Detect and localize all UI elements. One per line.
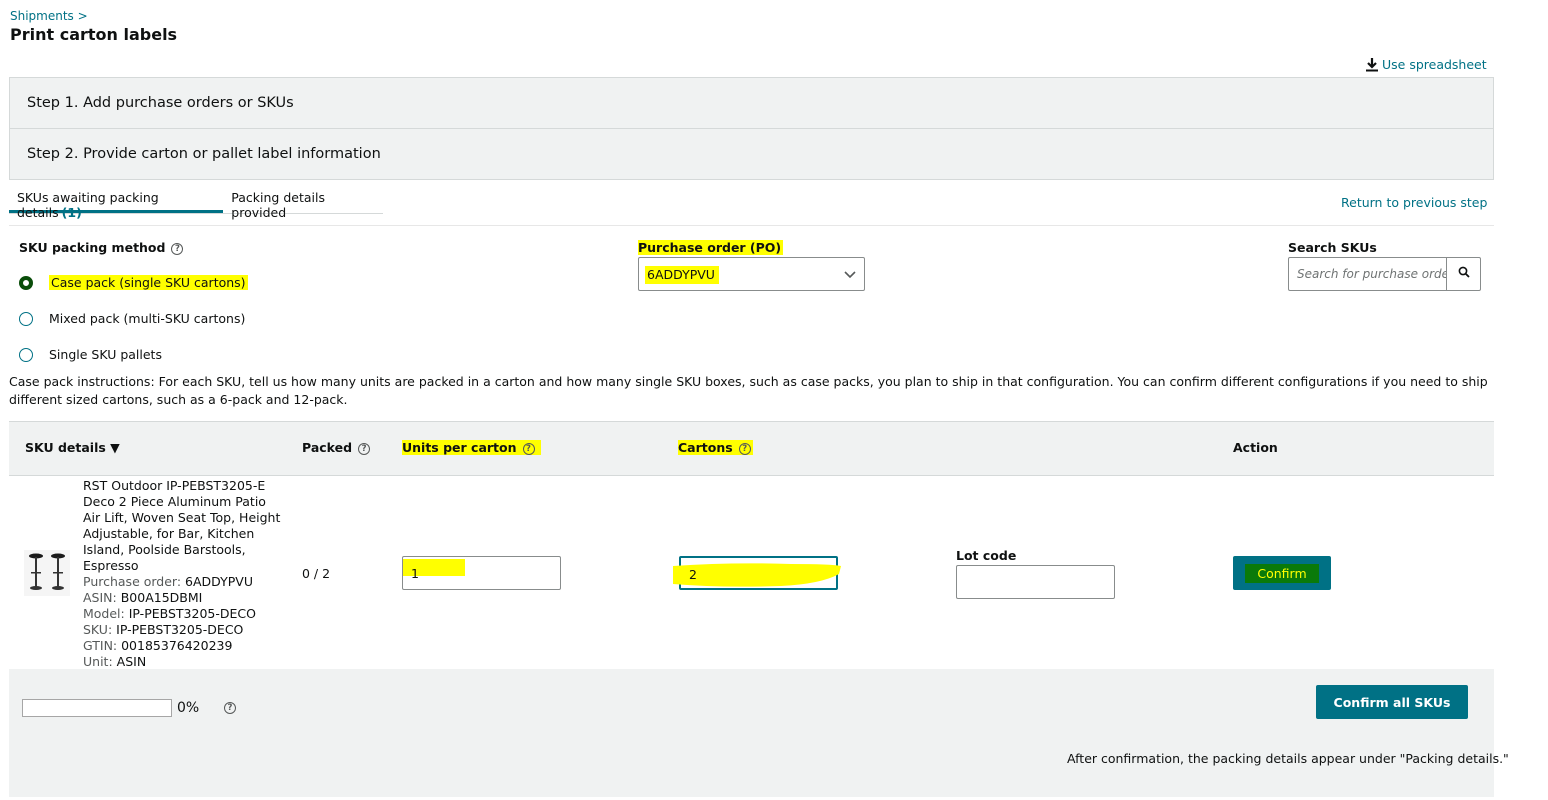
page-title: Print carton labels (10, 25, 178, 44)
column-packed-label: Packed (302, 440, 353, 455)
sku-label: SKU: (83, 622, 113, 637)
progress-percent: 0% (177, 700, 200, 716)
sku-unit-line: Unit: ASIN (83, 654, 283, 670)
cartons-input[interactable]: 2 (673, 556, 841, 590)
barstool-image-icon (29, 553, 65, 590)
radio-button-checked[interactable] (19, 275, 33, 290)
return-to-previous-step-link[interactable]: Return to previous step (1341, 195, 1487, 210)
sku-sku-line: SKU: IP-PEBST3205-DECO (83, 622, 283, 638)
column-units-per-carton: Units per carton? (402, 440, 541, 455)
after-confirmation-note: After confirmation, the packing details … (1067, 751, 1509, 766)
gtin-value: 00185376420239 (121, 638, 233, 653)
packing-tabs: SKUs awaiting packing details (1) Packing… (9, 190, 383, 220)
step-2-title: Step 2. Provide carton or pallet label i… (27, 146, 381, 162)
unit-value: ASIN (116, 654, 147, 669)
tab-skus-awaiting[interactable]: SKUs awaiting packing details (1) (9, 190, 224, 220)
lot-code-label: Lot code (956, 548, 1017, 563)
help-icon[interactable]: ? (224, 702, 236, 714)
search-button[interactable] (1446, 258, 1480, 290)
units-per-carton-input[interactable]: 1 (402, 556, 561, 590)
asin-label: ASIN: (83, 590, 117, 605)
sku-value: IP-PEBST3205-DECO (116, 622, 244, 637)
po-value: 6ADDYPVU (185, 574, 253, 589)
gtin-label: GTIN: (83, 638, 118, 653)
radio-single-sku-pallets[interactable]: Single SKU pallets (19, 347, 162, 362)
column-units-label: Units per carton (402, 440, 517, 455)
step-2-panel[interactable]: Step 2. Provide carton or pallet label i… (9, 128, 1494, 180)
help-icon[interactable]: ? (358, 442, 371, 455)
confirm-button-label: Confirm (1245, 563, 1319, 583)
sku-gtin-line: GTIN: 00185376420239 (83, 638, 283, 654)
tab-count-badge: (1) (61, 205, 82, 220)
packed-count: 0 / 2 (302, 566, 331, 581)
column-sku-details[interactable]: SKU details ▼ (25, 440, 120, 455)
download-icon (1366, 58, 1378, 72)
radio-button[interactable] (19, 311, 33, 326)
use-spreadsheet-label: Use spreadsheet (1382, 57, 1487, 72)
purchase-order-value: 6ADDYPVU (645, 266, 719, 284)
confirm-button[interactable]: Confirm (1233, 556, 1331, 590)
asin-value: B00A15DBMI (120, 590, 203, 605)
sku-table-header: SKU details ▼ Packed? Units per carton? … (9, 421, 1494, 476)
sku-details: RST Outdoor IP-PEBST3205-E Deco 2 Piece … (83, 478, 283, 670)
units-per-carton-value: 1 (411, 566, 419, 581)
radio-label: Case pack (single SKU cartons) (49, 275, 248, 290)
product-title[interactable]: RST Outdoor IP-PEBST3205-E Deco 2 Piece … (83, 478, 283, 574)
radio-mixed-pack[interactable]: Mixed pack (multi-SKU cartons) (19, 311, 245, 326)
cartons-value: 2 (689, 567, 697, 582)
radio-button[interactable] (19, 347, 33, 362)
search-skus-box (1288, 257, 1481, 291)
po-label: Purchase order: (83, 574, 182, 589)
model-value: IP-PEBST3205-DECO (128, 606, 256, 621)
confirmation-footer (9, 669, 1494, 797)
sku-asin-line: ASIN: B00A15DBMI (83, 590, 283, 606)
search-skus-label: Search SKUs (1288, 240, 1377, 255)
radio-label: Mixed pack (multi-SKU cartons) (49, 311, 246, 326)
product-thumbnail (24, 550, 70, 596)
purchase-order-select[interactable]: 6ADDYPVU (638, 257, 865, 291)
column-packed: Packed? (302, 440, 371, 455)
search-input[interactable] (1289, 258, 1446, 290)
column-action: Action (1233, 440, 1278, 455)
divider (9, 225, 1494, 226)
model-label: Model: (83, 606, 125, 621)
packing-method-label: SKU packing method? (19, 240, 184, 255)
lot-code-input[interactable] (956, 565, 1115, 599)
step-1-panel[interactable]: Step 1. Add purchase orders or SKUs (9, 77, 1494, 129)
radio-case-pack[interactable]: Case pack (single SKU cartons) (19, 275, 248, 290)
purchase-order-label: Purchase order (PO) (638, 240, 784, 255)
help-icon[interactable]: ? (738, 442, 751, 455)
packing-method-label-text: SKU packing method (19, 240, 166, 255)
help-icon[interactable]: ? (522, 442, 535, 455)
help-icon[interactable]: ? (171, 242, 184, 255)
use-spreadsheet-link[interactable]: Use spreadsheet (1366, 57, 1487, 72)
confirm-all-skus-button[interactable]: Confirm all SKUs (1316, 685, 1468, 719)
unit-label: Unit: (83, 654, 113, 669)
sku-model-line: Model: IP-PEBST3205-DECO (83, 606, 283, 622)
radio-label: Single SKU pallets (49, 347, 162, 362)
case-pack-instructions: Case pack instructions: For each SKU, te… (9, 374, 1488, 407)
sku-po-line: Purchase order: 6ADDYPVU (83, 574, 283, 590)
progress-bar (22, 699, 172, 717)
breadcrumb[interactable]: Shipments > (10, 9, 88, 23)
tab-packing-provided[interactable]: Packing details provided (223, 190, 383, 220)
column-cartons: Cartons? (678, 440, 753, 455)
search-icon (1458, 266, 1470, 282)
column-cartons-label: Cartons (678, 440, 733, 455)
step-1-title: Step 1. Add purchase orders or SKUs (27, 95, 294, 111)
chevron-down-icon (844, 268, 856, 283)
